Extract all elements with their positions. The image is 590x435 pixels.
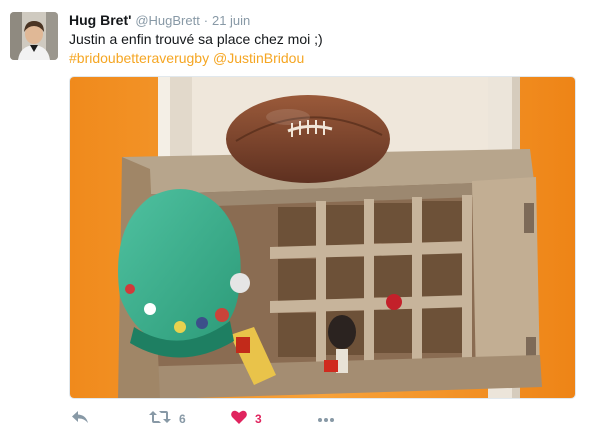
tweet-header: Hug Bret' @HugBrett · 21 juin — [69, 11, 250, 30]
retweet-icon — [149, 409, 171, 430]
retweet-button[interactable]: 6 — [149, 406, 186, 432]
mention-link[interactable]: @JustinBridou — [213, 50, 304, 66]
tweet-card: Hug Bret' @HugBrett · 21 juin Justin a e… — [0, 0, 590, 435]
more-button[interactable] — [317, 406, 335, 432]
separator-dot: · — [203, 13, 209, 28]
hashtag-link[interactable]: #bridoubetteraverugby — [69, 50, 209, 66]
like-count: 3 — [255, 412, 262, 426]
reply-arrow-icon — [71, 410, 89, 429]
avatar[interactable] — [10, 12, 58, 60]
like-button[interactable]: 3 — [231, 406, 262, 432]
tweet-actions: 6 3 — [69, 406, 579, 432]
reply-button[interactable] — [71, 406, 89, 432]
ellipsis-icon — [317, 410, 335, 428]
photo-rugby-ball-wine-crate — [70, 77, 575, 398]
display-name[interactable]: Hug Bret' — [69, 12, 131, 28]
tweet-text: Justin a enfin trouvé sa place chez moi … — [69, 31, 323, 47]
tweet-entities: #bridoubetteraverugby @JustinBridou — [69, 49, 304, 68]
heart-icon — [231, 410, 247, 429]
user-handle[interactable]: @HugBrett — [135, 13, 200, 28]
tweet-date[interactable]: 21 juin — [212, 13, 250, 28]
tweet-photo[interactable] — [69, 76, 576, 399]
retweet-count: 6 — [179, 412, 186, 426]
